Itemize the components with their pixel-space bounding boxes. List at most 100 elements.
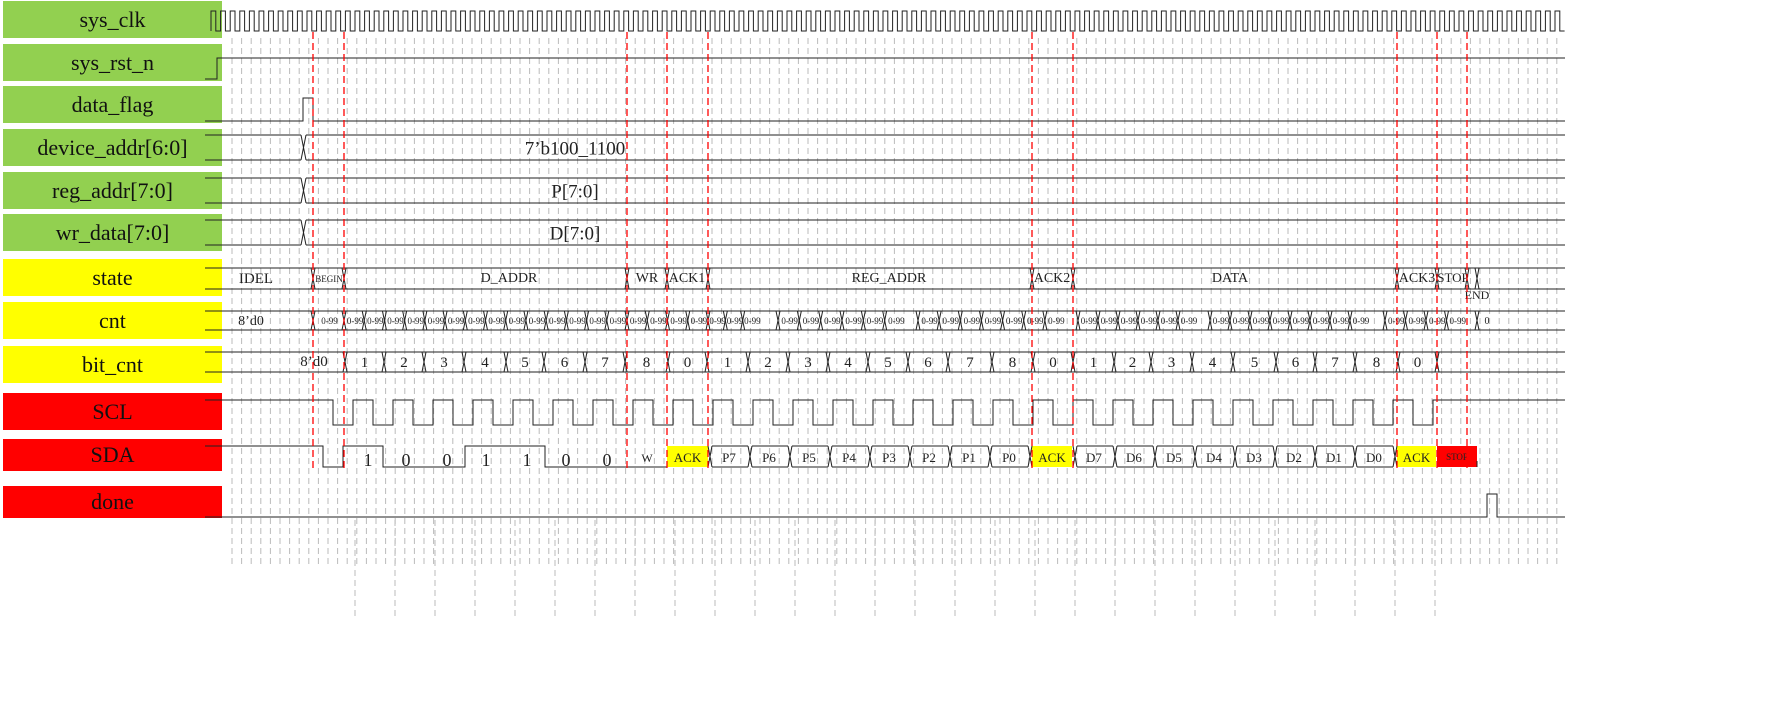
- bit-cnt-value: 6: [1292, 355, 1300, 371]
- bit-cnt-value: 5: [521, 355, 529, 371]
- wr-data-bus-value: D[7:0]: [550, 224, 601, 245]
- bit-cnt-value: 6: [561, 355, 569, 371]
- cnt-cycle-label: 0-99: [1006, 316, 1023, 326]
- sda-device-bit: 1: [482, 450, 491, 470]
- cnt-cycle-label: 0-99: [630, 316, 647, 326]
- cnt-cycle-label: 0-99: [727, 316, 744, 326]
- cnt-cycle-label: 0-99: [408, 316, 425, 326]
- cnt-cycle-label: 0-99: [1161, 316, 1178, 326]
- cnt-cycle-label: 0-99: [1409, 316, 1426, 326]
- bit-cnt-value: 3: [440, 355, 448, 371]
- cnt-cycle-label: 0-99: [367, 316, 384, 326]
- sda-reg-bit: P3: [882, 450, 896, 465]
- cnt-cycle-label: 0-99: [387, 316, 404, 326]
- sda-reg-bit: P7: [722, 450, 736, 465]
- state-ack2: ACK2: [1034, 271, 1071, 286]
- bit-cnt-value: 5: [884, 355, 892, 371]
- bit-cnt-value: 1: [361, 355, 369, 371]
- cnt-cycle-label: 0-99: [428, 316, 445, 326]
- sda-data-bit: D3: [1246, 450, 1262, 465]
- cnt-cycle-label: 0-99: [1101, 316, 1118, 326]
- bit-cnt-value: 8: [643, 355, 651, 371]
- sda-reg-bit: P0: [1002, 450, 1016, 465]
- cnt-cycle-label: 0-99: [1027, 316, 1044, 326]
- sda-ack2: ACK: [1038, 450, 1066, 465]
- sda-data-bit: D1: [1326, 450, 1342, 465]
- cnt-cycle-label: 0-99: [888, 316, 905, 326]
- sda-data-bit: D4: [1206, 450, 1222, 465]
- cnt-cycle-label: 0-99: [468, 316, 485, 326]
- bit-cnt-value: 4: [481, 355, 489, 371]
- cnt-cycle-label: 0-99: [1213, 316, 1230, 326]
- state-data: DATA: [1212, 271, 1249, 286]
- cnt-cycle-label: 0-99: [509, 316, 526, 326]
- bit-cnt-value: 8: [1009, 355, 1017, 371]
- cnt-cycle-label: 0-99: [448, 316, 465, 326]
- cnt-final: 0: [1485, 316, 1490, 327]
- sda-device-bit: 1: [364, 450, 373, 470]
- reg-addr-bus-value: P[7:0]: [551, 182, 599, 203]
- cnt-cycle-label: 0-99: [1048, 316, 1065, 326]
- sda-reg-bit: P6: [762, 450, 776, 465]
- bit-cnt-value: 0: [684, 355, 692, 371]
- bit-cnt-value: 5: [1251, 355, 1259, 371]
- sda-wr: W: [641, 451, 653, 465]
- bit-cnt-value: 6: [924, 355, 932, 371]
- cnt-cycle-label: 0-99: [347, 316, 364, 326]
- cnt-cycle-label: 0-99: [488, 316, 505, 326]
- cnt-cycle-label: 0-99: [1233, 316, 1250, 326]
- sys-clk-wave: [210, 10, 1565, 32]
- device-addr-bus-value: 7’b100_1100: [525, 139, 626, 160]
- cnt-cycle-label: 0-99: [1121, 316, 1138, 326]
- bit-cnt-value: 1: [724, 355, 732, 371]
- cnt-cycle-label: 0-99: [1141, 316, 1158, 326]
- cnt-cycle-label: 0-99: [529, 316, 546, 326]
- cnt-cycle-label: 0-99: [549, 316, 566, 326]
- sda-device-bit: 0: [402, 450, 411, 470]
- cnt-cycle-label: 0-99: [824, 316, 841, 326]
- cnt-cycle-label: 0-99: [921, 316, 938, 326]
- state-idel: IDEL: [239, 271, 273, 287]
- cnt-cycle-label: 0-99: [1313, 316, 1330, 326]
- sda-reg-bit: P5: [802, 450, 816, 465]
- sda-ack1: ACK: [674, 450, 702, 465]
- bit-cnt-value: 2: [764, 355, 772, 371]
- bit-cnt-value: 0: [1414, 355, 1422, 371]
- cnt-cycle-label: 0-99: [1273, 316, 1290, 326]
- sda-data-bit: D2: [1286, 450, 1302, 465]
- sda-stop: STOP: [1446, 452, 1468, 462]
- cnt-cycle-label: 0-99: [1181, 316, 1198, 326]
- cnt-cycle-label: 0-99: [867, 316, 884, 326]
- cnt-cycle-label: 0-99: [1081, 316, 1098, 326]
- cnt-cycle-label: 0-99: [589, 316, 606, 326]
- cnt-cycle-label: 0-99: [1293, 316, 1310, 326]
- cnt-cycle-label: 0-99: [985, 316, 1002, 326]
- cnt-cycle-label: 0-99: [709, 316, 726, 326]
- bit-cnt-value: 7: [1331, 355, 1339, 371]
- sda-device-bit: 0: [562, 450, 571, 470]
- state-d-addr: D_ADDR: [481, 271, 538, 286]
- state-reg-addr: REG_ADDR: [852, 271, 927, 286]
- sda-data-bit: D7: [1086, 450, 1102, 465]
- state-ack1: ACK1: [669, 271, 706, 286]
- cnt-cycle-label: 0-99: [964, 316, 981, 326]
- bit-cnt-value: 2: [400, 355, 408, 371]
- cnt-cycle-label: 0-99: [942, 316, 959, 326]
- state-ack3: ACK3: [1399, 271, 1436, 286]
- bit-cnt-value: 7: [601, 355, 609, 371]
- bit-cnt-value: 4: [1209, 355, 1217, 371]
- bit-cnt-value: 3: [804, 355, 812, 371]
- cnt-cycle-label: 0-99: [1253, 316, 1270, 326]
- sda-data-bit: D0: [1366, 450, 1382, 465]
- bit-cnt-value: 2: [1129, 355, 1137, 371]
- sda-ack3: ACK: [1403, 450, 1431, 465]
- bit-cnt-value: 0: [1049, 355, 1057, 371]
- sda-data-bit: D5: [1166, 450, 1182, 465]
- sda-device-bit: 0: [443, 450, 452, 470]
- state-stop: STOP: [1437, 270, 1469, 285]
- bit-cnt-value: 1: [1090, 355, 1098, 371]
- sda-reg-bit: P2: [922, 450, 936, 465]
- cnt-cycle-label: 0-99: [1353, 316, 1370, 326]
- cnt-cycle-label: 0-99: [691, 316, 708, 326]
- state-begin: BEGIN: [315, 274, 343, 284]
